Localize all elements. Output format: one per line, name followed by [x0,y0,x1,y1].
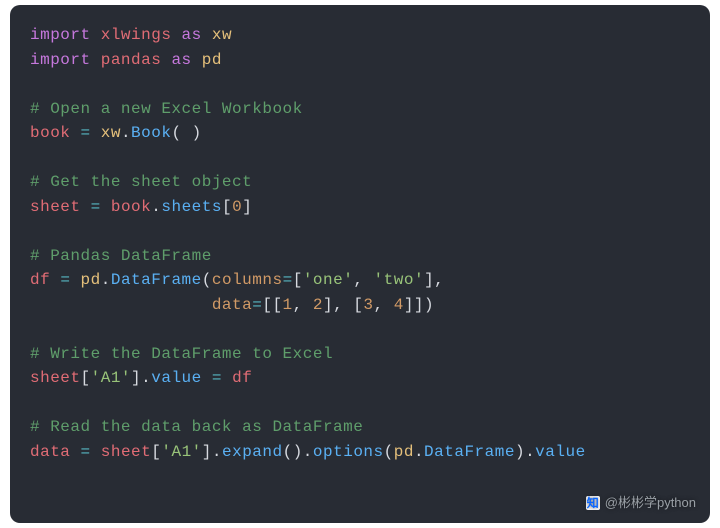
keyword-import: import [30,51,91,69]
kwarg-columns: columns [212,271,283,289]
comment: # Get the sheet object [30,173,252,191]
var-book: book [30,124,70,142]
keyword-as: as [171,51,191,69]
obj-sheet: sheet [30,369,81,387]
var-df: df [30,271,50,289]
op-eq: = [91,198,101,216]
code-line: data = sheet['A1'].expand().options(pd.D… [30,443,586,461]
zhihu-logo-icon: 知 [586,496,600,510]
op-eq: = [81,443,91,461]
module-name: pandas [101,51,162,69]
str-two: 'two' [374,271,425,289]
index-zero: 0 [232,198,242,216]
comment: # Open a new Excel Workbook [30,100,303,118]
kwarg-data: data [212,296,252,314]
str-a1: 'A1' [91,369,131,387]
attr-sheets: sheets [161,198,222,216]
attr-value: value [151,369,202,387]
comment: # Write the DataFrame to Excel [30,345,333,363]
watermark-text: @彬彬学python [605,491,696,516]
alias: xw [212,26,232,44]
comment: # Pandas DataFrame [30,247,212,265]
alias: pd [202,51,222,69]
code-line: data=[[1, 2], [3, 4]]) [30,296,434,314]
watermark: 知 @彬彬学python [586,491,696,516]
code-line: book = xw.Book( ) [30,124,202,142]
code-line: import pandas as pd [30,51,222,69]
keyword-as: as [182,26,202,44]
obj-pd: pd [81,271,101,289]
str-one: 'one' [303,271,354,289]
call-book: Book [131,124,171,142]
cls-dataframe: DataFrame [424,443,515,461]
code-line: sheet['A1'].value = df [30,369,252,387]
op-eq: = [60,271,70,289]
op-eq: = [81,124,91,142]
obj-xw: xw [101,124,121,142]
module-name: xlwings [101,26,172,44]
code-line: df = pd.DataFrame(columns=['one', 'two']… [30,271,444,289]
var-df: df [232,369,252,387]
comment: # Read the data back as DataFrame [30,418,363,436]
attr-value: value [535,443,586,461]
call-options: options [313,443,384,461]
call-dataframe: DataFrame [111,271,202,289]
obj-pd: pd [394,443,414,461]
obj-sheet: sheet [101,443,152,461]
obj-book: book [111,198,151,216]
keyword-import: import [30,26,91,44]
var-sheet: sheet [30,198,81,216]
code-line: import xlwings as xw [30,26,232,44]
var-data: data [30,443,70,461]
code-block: import xlwings as xw import pandas as pd… [10,5,710,523]
call-expand: expand [222,443,283,461]
op-eq: = [212,369,222,387]
code-line: sheet = book.sheets[0] [30,198,252,216]
str-a1: 'A1' [161,443,201,461]
